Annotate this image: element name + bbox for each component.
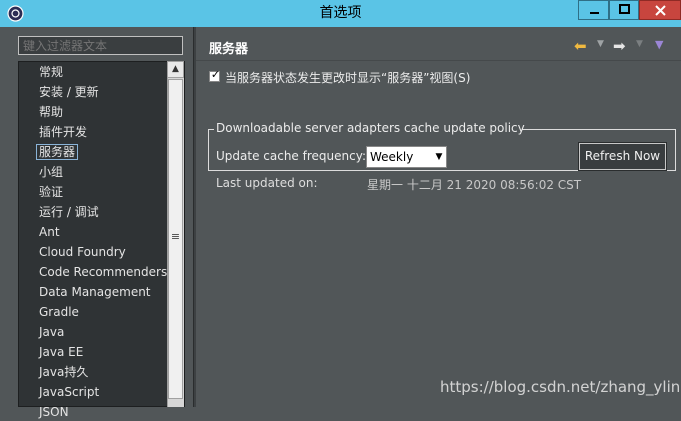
group-border-left (208, 129, 214, 130)
preference-tree[interactable]: 常规 安装 / 更新 帮助 插件开发 服务器 小组 验证 运行 / 调试 Ant… (18, 61, 185, 419)
tree-item-java[interactable]: Java (39, 323, 64, 341)
view-menu-icon[interactable]: ▼ (655, 38, 663, 51)
tree-item-general[interactable]: 常规 (39, 63, 63, 81)
tree-item-help[interactable]: 帮助 (39, 103, 63, 121)
tree-item-code-recommenders[interactable]: Code Recommenders (39, 263, 167, 281)
scroll-grip-icon: ≡ (170, 230, 181, 243)
tree-item-gradle[interactable]: Gradle (39, 303, 79, 321)
maximize-icon (619, 4, 630, 14)
forward-arrow-icon[interactable]: ➡ (613, 37, 626, 55)
last-updated-value: 星期一 十二月 21 2020 08:56:02 CST (367, 178, 582, 192)
show-servers-view-label: 当服务器状态发生更改时显示“服务器”视图(S) (225, 71, 471, 85)
tree-item-ant[interactable]: Ant (39, 223, 60, 241)
page-title: 服务器 (209, 42, 249, 57)
last-updated-label: Last updated on: (216, 176, 318, 190)
filter-input[interactable] (18, 36, 183, 55)
tree-item-team[interactable]: 小组 (39, 163, 63, 181)
close-button[interactable] (639, 0, 681, 20)
group-border-right (522, 129, 676, 130)
update-frequency-label: Update cache frequency: (216, 149, 366, 163)
back-dropdown-icon[interactable]: ▼ (597, 39, 604, 49)
tree-item-javascript[interactable]: JavaScript (39, 383, 99, 401)
tree-item-data-management[interactable]: Data Management (39, 283, 151, 301)
close-icon (655, 5, 666, 16)
back-arrow-icon[interactable]: ⬅ (574, 37, 587, 55)
forward-dropdown-icon[interactable]: ▼ (636, 39, 643, 49)
tree-item-plugin-dev[interactable]: 插件开发 (39, 123, 87, 141)
chevron-down-icon[interactable]: ▼ (432, 146, 446, 168)
title-separator (196, 60, 681, 61)
checkmark-icon: ✓ (210, 68, 221, 81)
minimize-icon (590, 12, 599, 14)
maximize-button[interactable] (609, 0, 639, 20)
minimize-button[interactable] (578, 0, 609, 20)
tree-item-java-ee[interactable]: Java EE (39, 343, 83, 361)
tree-item-json[interactable]: JSON (39, 403, 69, 421)
tree-item-install-update[interactable]: 安装 / 更新 (39, 83, 99, 101)
pane-divider[interactable] (193, 27, 196, 407)
refresh-now-button[interactable]: Refresh Now (578, 142, 667, 171)
watermark: https://blog.csdn.net/zhang_yling (440, 378, 681, 396)
tree-item-validation[interactable]: 验证 (39, 183, 63, 201)
tree-item-server[interactable]: 服务器 (36, 143, 79, 161)
cache-policy-group-title: Downloadable server adapters cache updat… (216, 121, 525, 135)
scroll-up-arrow-icon[interactable]: ▲ (167, 61, 184, 78)
tree-item-cloud-foundry[interactable]: Cloud Foundry (39, 243, 126, 261)
tree-item-java-persistence[interactable]: Java持久 (39, 363, 88, 381)
tree-item-run-debug[interactable]: 运行 / 调试 (39, 203, 99, 221)
